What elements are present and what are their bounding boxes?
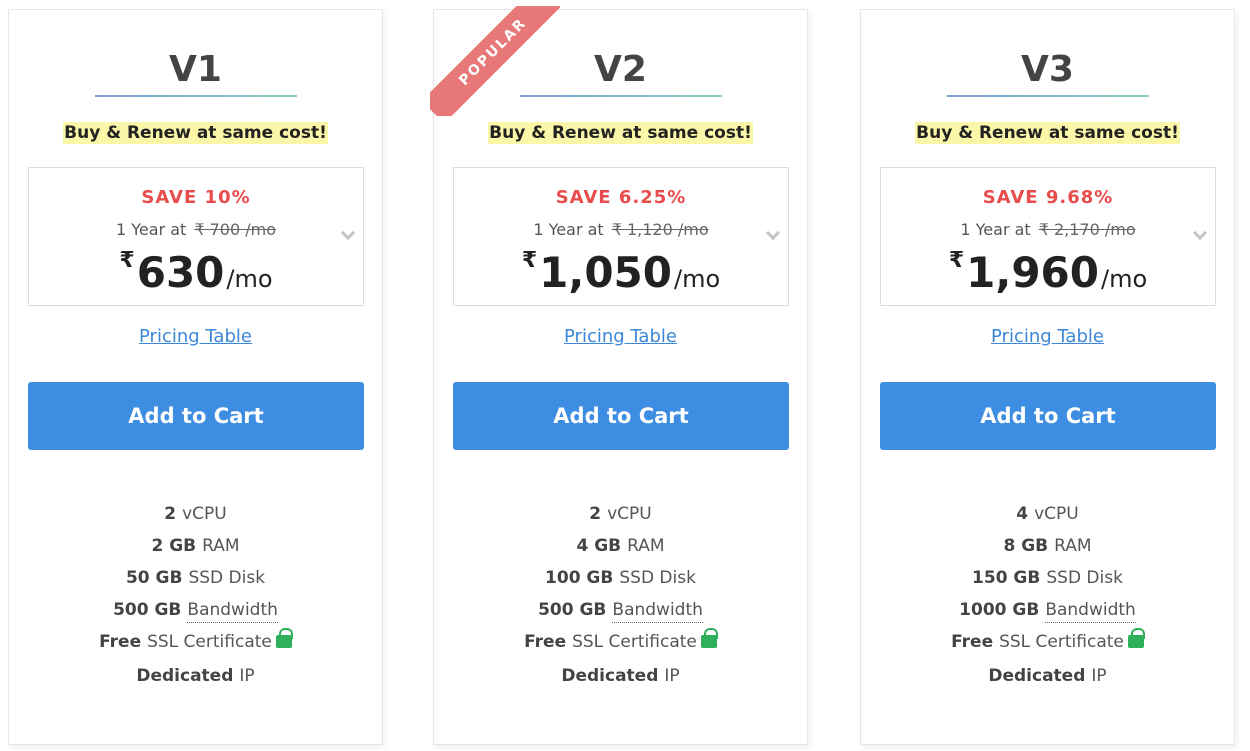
price-amount: 1,050 [539, 248, 672, 297]
plan-card-v2: POPULAR V2 Buy & Renew at same cost! SAV… [430, 6, 808, 745]
feature-disk: 50 GB SSD Disk [125, 568, 266, 588]
feature-vcpu: 4 vCPU [1016, 504, 1079, 524]
feature-bandwidth: 1000 GB Bandwidth [861, 596, 1234, 628]
currency-symbol: ₹ [521, 248, 538, 273]
old-price: ₹ 700 /mo [194, 220, 276, 239]
feature-ip: Dedicated IP [136, 666, 255, 686]
plan-card-v3: V3 Buy & Renew at same cost! SAVE 9.68% … [860, 9, 1235, 745]
current-price: ₹1,960/mo [881, 248, 1215, 297]
lock-icon [700, 628, 718, 648]
term-label: 1 Year at [533, 220, 604, 239]
feature-bandwidth: 500 GB Bandwidth [9, 596, 382, 628]
bandwidth-tooltip-trigger[interactable]: Bandwidth [1045, 600, 1136, 623]
plan-name: V3 [1021, 49, 1074, 90]
add-to-cart-button[interactable]: Add to Cart [453, 382, 789, 450]
plan-name: V2 [594, 49, 647, 90]
feature-ram: 2 GB RAM [151, 536, 240, 556]
term-label: 1 Year at [960, 220, 1031, 239]
plan-name-underline [520, 95, 722, 97]
plan-name-underline [947, 95, 1149, 97]
pricing-table-link[interactable]: Pricing Table [9, 326, 382, 347]
currency-symbol: ₹ [948, 248, 965, 273]
save-label: SAVE 10% [141, 187, 251, 208]
current-price: ₹630/mo [29, 248, 363, 297]
bandwidth-tooltip-trigger[interactable]: Bandwidth [187, 600, 278, 623]
feature-ssl: Free SSL Certificate [861, 628, 1234, 662]
renew-note: Buy & Renew at same cost! [488, 122, 753, 144]
currency-symbol: ₹ [119, 248, 135, 273]
feature-disk: 150 GB SSD Disk [972, 568, 1123, 588]
price-amount: 1,960 [966, 248, 1099, 297]
price-amount: 630 [136, 248, 225, 297]
add-to-cart-button[interactable]: Add to Cart [28, 382, 364, 450]
feature-disk: 100 GB SSD Disk [545, 568, 696, 588]
feature-ram: 4 GB RAM [576, 536, 665, 556]
term-label: 1 Year at [116, 220, 187, 239]
billing-term-selector[interactable]: SAVE 6.25% 1 Year at ₹ 1,120 /mo ₹1,050/m… [453, 167, 789, 306]
feature-vcpu: 2 vCPU [589, 504, 652, 524]
billing-term-selector[interactable]: SAVE 9.68% 1 Year at ₹ 2,170 /mo ₹1,960/m… [880, 167, 1216, 306]
plan-name-underline [95, 95, 297, 97]
feature-ip: Dedicated IP [561, 666, 680, 686]
feature-ip: Dedicated IP [988, 666, 1107, 686]
plan-card-v1: V1 Buy & Renew at same cost! SAVE 10% 1 … [8, 9, 383, 745]
pricing-table-link[interactable]: Pricing Table [861, 326, 1234, 347]
add-to-cart-button[interactable]: Add to Cart [880, 382, 1216, 450]
price-period: /mo [674, 265, 721, 293]
old-price: ₹ 1,120 /mo [611, 220, 709, 239]
save-label: SAVE 6.25% [555, 187, 687, 208]
feature-list: 4 vCPU 8 GB RAM 150 GB SSD Disk 1000 GB Band… [861, 500, 1234, 694]
feature-list: 2 vCPU 4 GB RAM 100 GB SSD Disk 500 GB Bandw… [434, 500, 807, 694]
old-price: ₹ 2,170 /mo [1038, 220, 1136, 239]
plan-name: V1 [169, 49, 222, 90]
feature-vcpu: 2 vCPU [164, 504, 227, 524]
save-label: SAVE 9.68% [982, 187, 1114, 208]
bandwidth-tooltip-trigger[interactable]: Bandwidth [612, 600, 703, 623]
pricing-table-link[interactable]: Pricing Table [434, 326, 807, 347]
price-period: /mo [1101, 265, 1148, 293]
renew-note: Buy & Renew at same cost! [915, 122, 1180, 144]
billing-term-selector[interactable]: SAVE 10% 1 Year at ₹ 700 /mo ₹630/mo [28, 167, 364, 306]
feature-bandwidth: 500 GB Bandwidth [434, 596, 807, 628]
feature-list: 2 vCPU 2 GB RAM 50 GB SSD Disk 500 GB Bandwi… [9, 500, 382, 694]
price-period: /mo [226, 265, 273, 293]
current-price: ₹1,050/mo [454, 248, 788, 297]
feature-ram: 8 GB RAM [1003, 536, 1092, 556]
lock-icon [275, 628, 293, 648]
lock-icon [1127, 628, 1145, 648]
renew-note: Buy & Renew at same cost! [63, 122, 328, 144]
feature-ssl: Free SSL Certificate [434, 628, 807, 662]
feature-ssl: Free SSL Certificate [9, 628, 382, 662]
